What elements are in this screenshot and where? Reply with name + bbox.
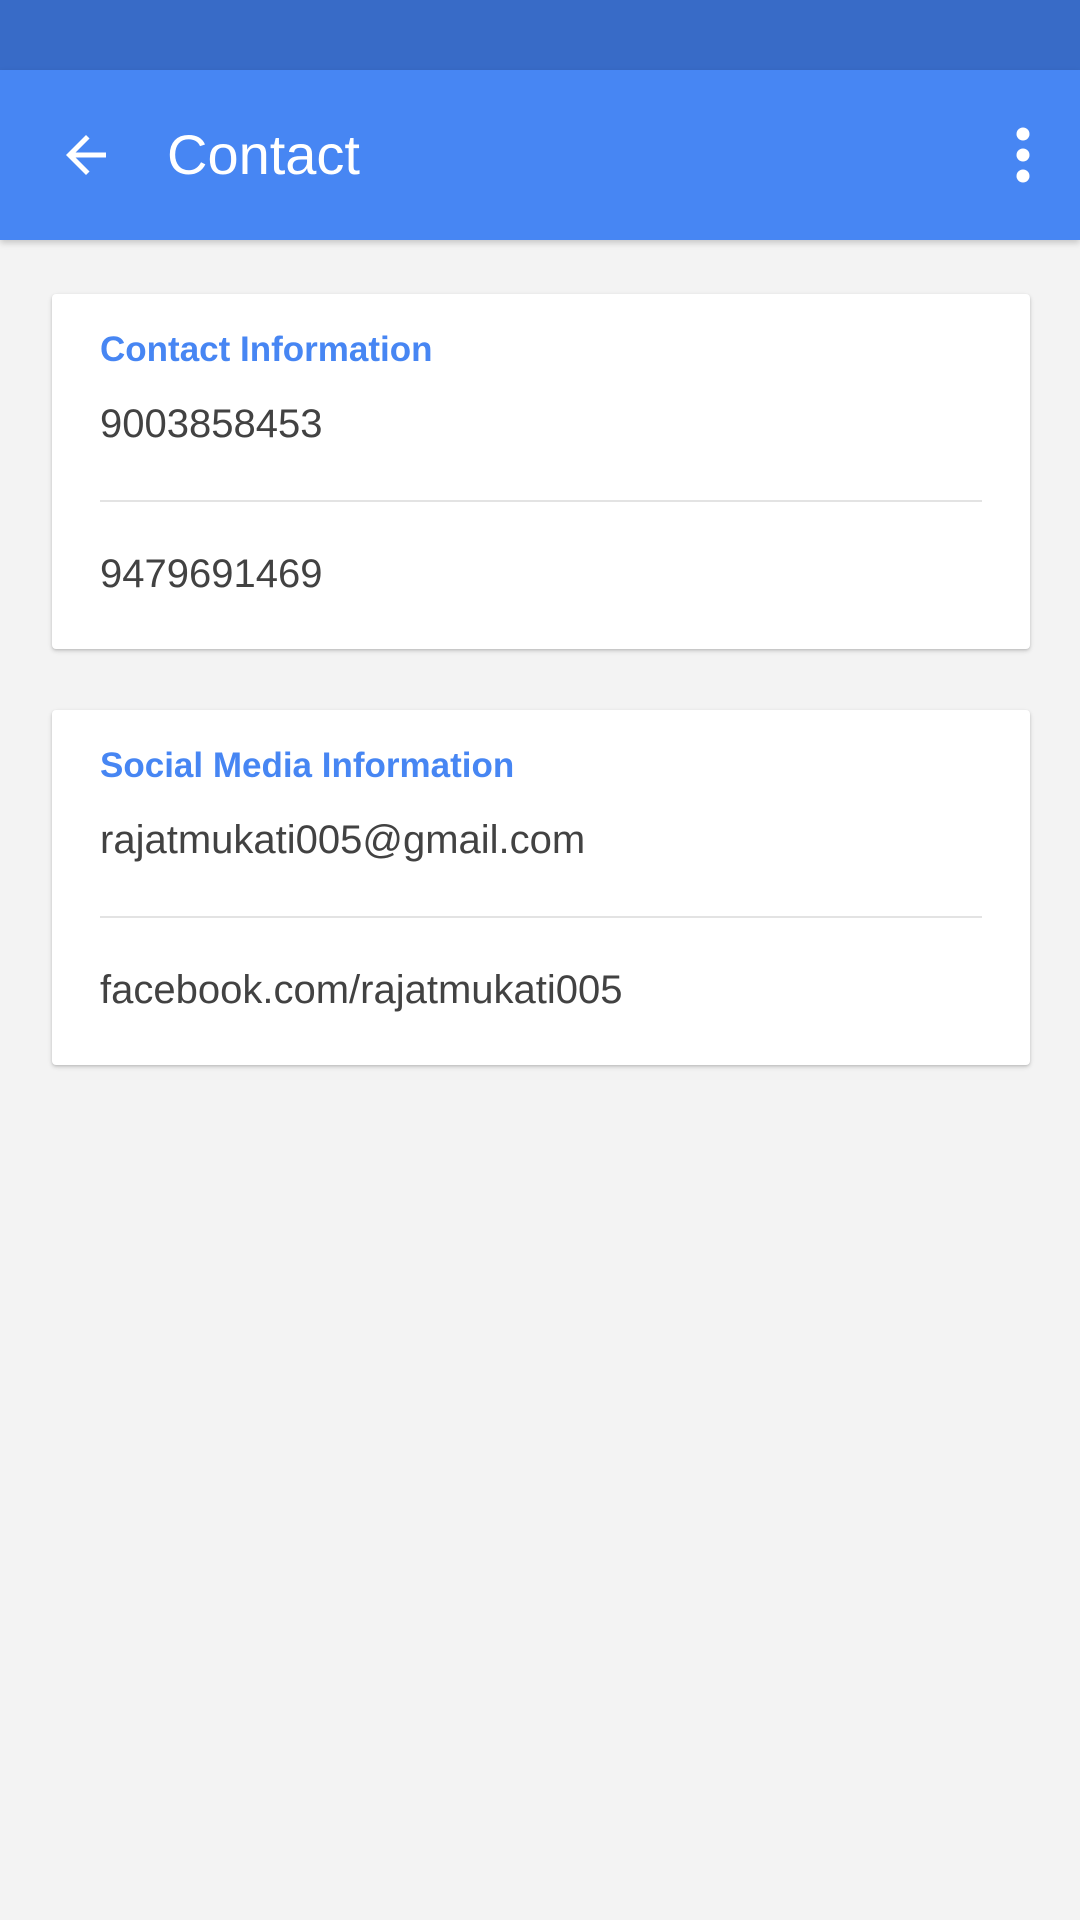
arrow-back-icon <box>66 135 106 175</box>
app-bar: Contact <box>0 70 1080 240</box>
contact-information-heading: Contact Information <box>100 330 433 369</box>
divider <box>100 500 982 502</box>
contact-information-card: Contact Information 9003858453 947969146… <box>52 294 1030 649</box>
phone-number-2[interactable]: 9479691469 <box>100 552 322 597</box>
facebook-link[interactable]: facebook.com/rajatmukati005 <box>100 968 623 1013</box>
overflow-menu-button[interactable] <box>988 115 1058 195</box>
more-vert-icon <box>1016 127 1030 183</box>
status-bar <box>0 0 1080 70</box>
social-media-information-heading: Social Media Information <box>100 746 515 785</box>
back-button[interactable] <box>36 105 136 205</box>
social-media-information-card: Social Media Information rajatmukati005@… <box>52 710 1030 1065</box>
phone-number-1[interactable]: 9003858453 <box>100 402 322 447</box>
page-title: Contact <box>167 123 360 186</box>
divider <box>100 916 982 918</box>
email-address[interactable]: rajatmukati005@gmail.com <box>100 818 585 863</box>
